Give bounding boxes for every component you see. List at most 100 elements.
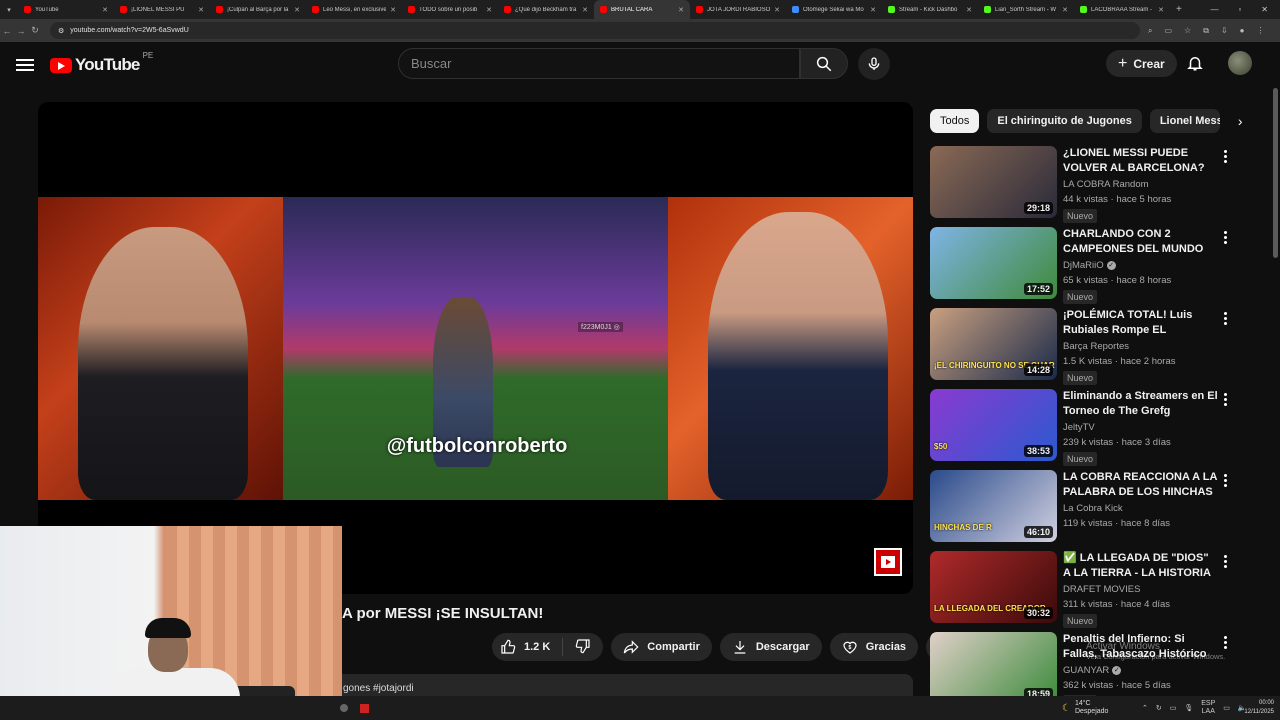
weather-widget[interactable]: ☾ 14°C Despejado — [1062, 696, 1108, 720]
recommendation-title[interactable]: ¿LIONEL MESSI PUEDE VOLVER AL BARCELONA?… — [1063, 146, 1218, 176]
tab-close-icon[interactable]: ✕ — [1062, 6, 1068, 14]
tray-mic-icon[interactable]: 🎙 — [1184, 704, 1193, 712]
cast-icon[interactable]: ▭ — [1164, 26, 1172, 36]
channel-name[interactable]: La Cobra Kick — [1063, 503, 1218, 514]
minimize-icon[interactable]: — — [1210, 5, 1218, 14]
tab-close-icon[interactable]: ✕ — [390, 6, 396, 14]
clock[interactable]: 00:00 12/11/2025 — [1240, 699, 1274, 717]
tab-close-icon[interactable]: ✕ — [102, 6, 108, 14]
back-icon[interactable]: ← — [0, 26, 14, 36]
recommendation-item[interactable]: 29:18 ¿LIONEL MESSI PUEDE VOLVER AL BARCE… — [930, 146, 1240, 227]
tab-close-icon[interactable]: ✕ — [774, 6, 780, 14]
recommendation-title[interactable]: Eliminando a Streamers en El Torneo de T… — [1063, 389, 1218, 419]
tray-monitor-icon[interactable]: ▭ — [1170, 704, 1177, 712]
video-player[interactable]: f223M0J1 ◎ @futbolconroberto — [38, 102, 913, 594]
tab-close-icon[interactable]: ✕ — [870, 6, 876, 14]
tab-close-icon[interactable]: ✕ — [966, 6, 972, 14]
chip-all[interactable]: Todos — [930, 109, 980, 133]
browser-tab[interactable]: Otomege Sekai wa Mo ✕ — [786, 0, 882, 19]
recommendation-title[interactable]: CHARLANDO CON 2 CAMPEONES DEL MUNDO EN .… — [1063, 227, 1218, 257]
tab-close-icon[interactable]: ✕ — [294, 6, 300, 14]
video-thumbnail[interactable]: 17:52 — [930, 227, 1057, 299]
channel-name[interactable]: LA COBRA Random — [1063, 179, 1218, 190]
tab-close-icon[interactable]: ✕ — [198, 6, 204, 14]
thanks-button[interactable]: $ Gracias — [829, 633, 919, 661]
search-input[interactable] — [411, 56, 799, 71]
browser-tab[interactable]: ¡LIONEL MESSI PU ✕ — [114, 0, 210, 19]
maximize-icon[interactable]: ▫ — [1238, 5, 1241, 14]
more-vertical-icon[interactable] — [1224, 150, 1230, 163]
recommendation-title[interactable]: ✅ LA LLEGADA DE "DIOS" A LA TIERRA - LA … — [1063, 551, 1218, 581]
channel-name[interactable]: DRAFET MOVIES — [1063, 584, 1218, 595]
more-vertical-icon[interactable] — [1224, 474, 1230, 487]
browser-tab[interactable]: ¿Qué dijo Beckham tra ✕ — [498, 0, 594, 19]
browser-tab[interactable]: Stream - Kick Dashbo ✕ — [882, 0, 978, 19]
video-thumbnail[interactable]: 29:18 — [930, 146, 1057, 218]
tray-sync-icon[interactable]: ↻ — [1156, 704, 1162, 712]
tab-search-icon[interactable]: ▾ — [0, 6, 18, 14]
browser-tab[interactable]: JOTA JORDI RABIOSO ✕ — [690, 0, 786, 19]
recommendation-item[interactable]: $50 38:53 Eliminando a Streamers en El Tor… — [930, 389, 1240, 470]
download-button[interactable]: Descargar — [719, 633, 822, 661]
youtube-logo[interactable]: YouTube PE — [50, 51, 153, 75]
video-thumbnail[interactable]: LA LLEGADA DEL CREADOR 30:32 — [930, 551, 1057, 623]
forward-icon[interactable]: → — [14, 26, 28, 36]
tab-close-icon[interactable]: ✕ — [582, 6, 588, 14]
video-thumbnail[interactable]: HINCHAS DE R 46:10 — [930, 470, 1057, 542]
tab-close-icon[interactable]: ✕ — [1158, 6, 1164, 14]
extensions-icon[interactable]: ⧉ — [1203, 26, 1209, 36]
channel-name[interactable]: GUANYAR ✓ — [1063, 665, 1218, 676]
channel-name[interactable]: JeltyTV — [1063, 422, 1218, 433]
reload-icon[interactable]: ↻ — [28, 25, 42, 36]
voice-search-button[interactable] — [858, 48, 890, 80]
notifications-button[interactable] — [1186, 54, 1204, 77]
channel-name[interactable]: DjMaRiiO ✓ — [1063, 260, 1218, 271]
tab-close-icon[interactable]: ✕ — [678, 6, 684, 14]
recommendation-item[interactable]: ¡EL CHIRINGUITO NO SE GUAR 14:28 ¡POLÉMICA… — [930, 308, 1240, 389]
chevron-right-icon[interactable]: › — [1238, 113, 1243, 129]
profile-icon[interactable]: ● — [1240, 26, 1245, 36]
bookmark-star-icon[interactable]: ☆ — [1184, 26, 1191, 36]
recommendation-item[interactable]: LA LLEGADA DEL CREADOR 30:32 ✅ LA LLEGADA … — [930, 551, 1240, 632]
browser-menu-icon[interactable]: ⋮ — [1256, 26, 1264, 36]
url-field[interactable]: ⚙ youtube.com/watch?v=2W5-6aSvwdU — [50, 22, 1140, 39]
browser-tab[interactable]: Lian_Sorth Stream - W ✕ — [978, 0, 1074, 19]
dislike-button[interactable] — [563, 638, 603, 657]
recommendation-item[interactable]: HINCHAS DE R 46:10 LA COBRA REACCIONA A LA… — [930, 470, 1240, 551]
tab-close-icon[interactable]: ✕ — [486, 6, 492, 14]
browser-tab[interactable]: Leo Messi, en exclusive ✕ — [306, 0, 402, 19]
search-button[interactable] — [800, 48, 848, 79]
site-info-icon[interactable]: ⚙ — [58, 27, 64, 35]
more-vertical-icon[interactable] — [1224, 555, 1230, 568]
channel-name[interactable]: Barça Reportes — [1063, 341, 1218, 352]
more-vertical-icon[interactable] — [1224, 231, 1230, 244]
chip-lionel-messi[interactable]: Lionel Mess — [1149, 109, 1220, 133]
downloads-icon[interactable]: ⇩ — [1221, 26, 1228, 36]
video-thumbnail[interactable]: 18:59 — [930, 632, 1057, 704]
share-button[interactable]: Compartir — [611, 633, 712, 661]
browser-tab[interactable]: BRUTAL CARA ✕ — [594, 0, 690, 19]
recommendation-title[interactable]: ¡POLÉMICA TOTAL! Luis Rubiales Rompe EL … — [1063, 308, 1218, 338]
browser-tab[interactable]: LACOBRAAA Stream - ✕ — [1074, 0, 1170, 19]
video-thumbnail[interactable]: ¡EL CHIRINGUITO NO SE GUAR 14:28 — [930, 308, 1057, 380]
subscribe-watermark-button[interactable] — [874, 548, 902, 576]
create-button[interactable]: + Crear — [1106, 50, 1177, 77]
tray-display-icon[interactable]: ▭ — [1223, 704, 1230, 712]
recommendation-item[interactable]: 17:52 CHARLANDO CON 2 CAMPEONES DEL MUNDO… — [930, 227, 1240, 308]
taskbar-app-icon[interactable] — [360, 703, 369, 713]
chip-chiringuito[interactable]: El chiringuito de Jugones — [987, 109, 1142, 133]
browser-tab[interactable]: YouTube ✕ — [18, 0, 114, 19]
browser-tab[interactable]: TODO sobre un posib ✕ — [402, 0, 498, 19]
more-vertical-icon[interactable] — [1224, 312, 1230, 325]
close-window-icon[interactable]: ✕ — [1261, 5, 1268, 14]
browser-tab[interactable]: ¡Culpan al Barça por la ✕ — [210, 0, 306, 19]
page-scrollbar[interactable] — [1273, 88, 1278, 258]
recommendation-title[interactable]: LA COBRA REACCIONA A LA PALABRA DE LOS H… — [1063, 470, 1218, 500]
zoom-icon[interactable]: ⌕ — [1148, 26, 1152, 36]
language-indicator[interactable]: ESP LAA — [1201, 700, 1215, 716]
guide-menu-icon[interactable] — [16, 59, 34, 71]
taskbar-app-icon[interactable] — [340, 704, 348, 712]
video-thumbnail[interactable]: $50 38:53 — [930, 389, 1057, 461]
more-vertical-icon[interactable] — [1224, 393, 1230, 406]
tray-chevron-icon[interactable]: ⌃ — [1142, 704, 1148, 712]
